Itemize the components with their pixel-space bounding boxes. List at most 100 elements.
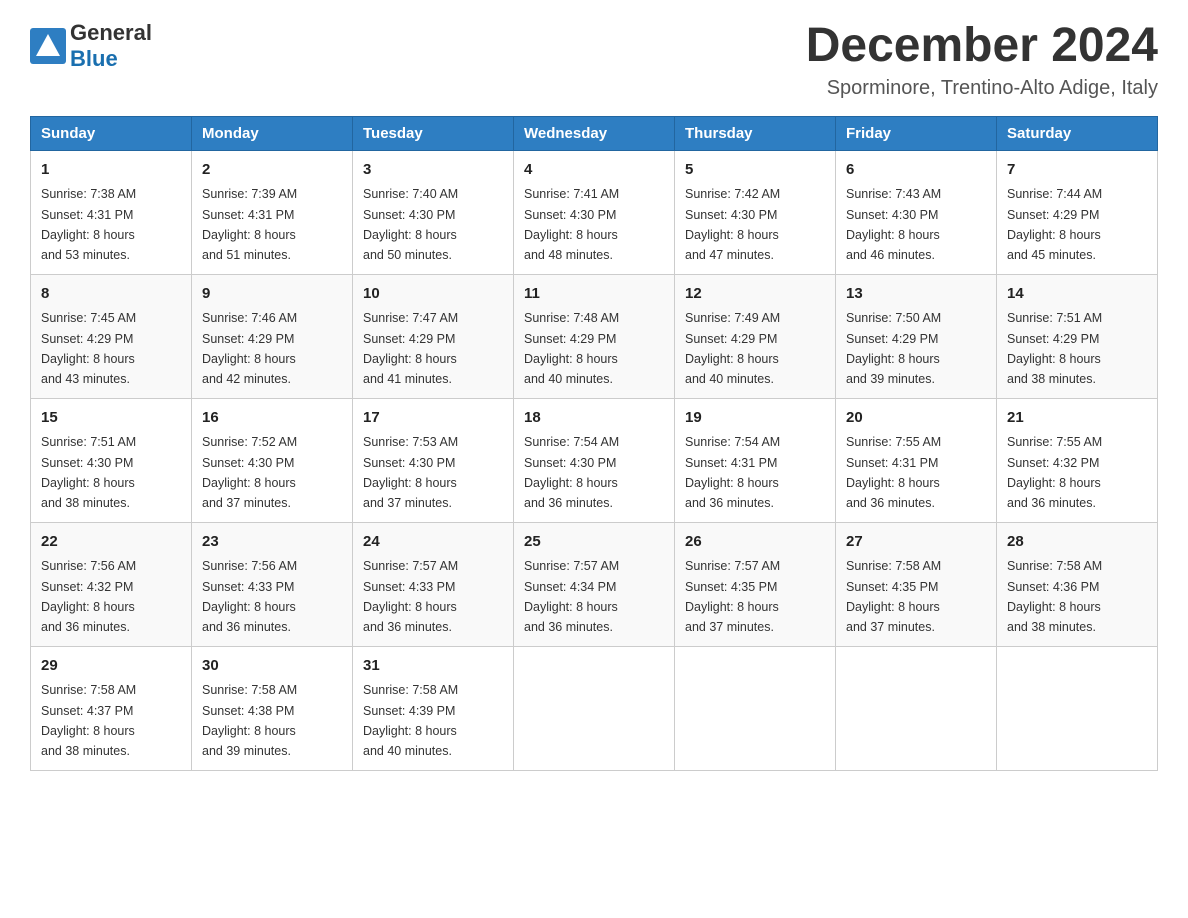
calendar-header-row: SundayMondayTuesdayWednesdayThursdayFrid… (31, 116, 1158, 150)
month-title: December 2024 (806, 20, 1158, 73)
day-info: Sunrise: 7:52 AMSunset: 4:30 PMDaylight:… (202, 435, 297, 510)
day-number: 18 (524, 407, 664, 430)
calendar-week-row: 8 Sunrise: 7:45 AMSunset: 4:29 PMDayligh… (31, 274, 1158, 398)
day-number: 25 (524, 531, 664, 554)
day-info: Sunrise: 7:56 AMSunset: 4:32 PMDaylight:… (41, 559, 136, 634)
day-number: 7 (1007, 159, 1147, 182)
logo: General Blue (30, 20, 152, 73)
day-number: 6 (846, 159, 986, 182)
day-info: Sunrise: 7:57 AMSunset: 4:35 PMDaylight:… (685, 559, 780, 634)
day-info: Sunrise: 7:54 AMSunset: 4:31 PMDaylight:… (685, 435, 780, 510)
day-number: 30 (202, 655, 342, 678)
calendar-cell (514, 646, 675, 770)
day-info: Sunrise: 7:55 AMSunset: 4:31 PMDaylight:… (846, 435, 941, 510)
day-info: Sunrise: 7:46 AMSunset: 4:29 PMDaylight:… (202, 311, 297, 386)
calendar-cell: 24 Sunrise: 7:57 AMSunset: 4:33 PMDaylig… (353, 522, 514, 646)
location-subtitle: Sporminore, Trentino-Alto Adige, Italy (806, 77, 1158, 100)
day-info: Sunrise: 7:53 AMSunset: 4:30 PMDaylight:… (363, 435, 458, 510)
logo-general-text: General (70, 20, 152, 46)
day-number: 14 (1007, 283, 1147, 306)
day-number: 13 (846, 283, 986, 306)
header-tuesday: Tuesday (353, 116, 514, 150)
calendar-cell: 3 Sunrise: 7:40 AMSunset: 4:30 PMDayligh… (353, 150, 514, 274)
day-info: Sunrise: 7:50 AMSunset: 4:29 PMDaylight:… (846, 311, 941, 386)
day-info: Sunrise: 7:42 AMSunset: 4:30 PMDaylight:… (685, 187, 780, 262)
calendar-cell: 29 Sunrise: 7:58 AMSunset: 4:37 PMDaylig… (31, 646, 192, 770)
day-number: 20 (846, 407, 986, 430)
day-number: 2 (202, 159, 342, 182)
day-number: 28 (1007, 531, 1147, 554)
calendar-cell (997, 646, 1158, 770)
title-section: December 2024 Sporminore, Trentino-Alto … (806, 20, 1158, 100)
calendar-cell: 12 Sunrise: 7:49 AMSunset: 4:29 PMDaylig… (675, 274, 836, 398)
day-number: 27 (846, 531, 986, 554)
day-info: Sunrise: 7:45 AMSunset: 4:29 PMDaylight:… (41, 311, 136, 386)
header-wednesday: Wednesday (514, 116, 675, 150)
day-info: Sunrise: 7:55 AMSunset: 4:32 PMDaylight:… (1007, 435, 1102, 510)
calendar-cell: 10 Sunrise: 7:47 AMSunset: 4:29 PMDaylig… (353, 274, 514, 398)
day-info: Sunrise: 7:44 AMSunset: 4:29 PMDaylight:… (1007, 187, 1102, 262)
day-number: 16 (202, 407, 342, 430)
calendar-cell: 18 Sunrise: 7:54 AMSunset: 4:30 PMDaylig… (514, 398, 675, 522)
calendar-cell: 7 Sunrise: 7:44 AMSunset: 4:29 PMDayligh… (997, 150, 1158, 274)
day-info: Sunrise: 7:40 AMSunset: 4:30 PMDaylight:… (363, 187, 458, 262)
day-info: Sunrise: 7:43 AMSunset: 4:30 PMDaylight:… (846, 187, 941, 262)
calendar-week-row: 22 Sunrise: 7:56 AMSunset: 4:32 PMDaylig… (31, 522, 1158, 646)
calendar-cell (836, 646, 997, 770)
page-header: General Blue December 2024 Sporminore, T… (30, 20, 1158, 100)
calendar-cell: 31 Sunrise: 7:58 AMSunset: 4:39 PMDaylig… (353, 646, 514, 770)
calendar-cell: 16 Sunrise: 7:52 AMSunset: 4:30 PMDaylig… (192, 398, 353, 522)
day-info: Sunrise: 7:51 AMSunset: 4:29 PMDaylight:… (1007, 311, 1102, 386)
calendar-cell (675, 646, 836, 770)
calendar-cell: 28 Sunrise: 7:58 AMSunset: 4:36 PMDaylig… (997, 522, 1158, 646)
logo-blue-text: Blue (70, 46, 152, 72)
day-info: Sunrise: 7:56 AMSunset: 4:33 PMDaylight:… (202, 559, 297, 634)
calendar-cell: 4 Sunrise: 7:41 AMSunset: 4:30 PMDayligh… (514, 150, 675, 274)
day-number: 5 (685, 159, 825, 182)
day-number: 4 (524, 159, 664, 182)
day-number: 29 (41, 655, 181, 678)
calendar-cell: 21 Sunrise: 7:55 AMSunset: 4:32 PMDaylig… (997, 398, 1158, 522)
day-number: 10 (363, 283, 503, 306)
day-number: 17 (363, 407, 503, 430)
calendar-cell: 23 Sunrise: 7:56 AMSunset: 4:33 PMDaylig… (192, 522, 353, 646)
calendar-cell: 17 Sunrise: 7:53 AMSunset: 4:30 PMDaylig… (353, 398, 514, 522)
calendar-cell: 30 Sunrise: 7:58 AMSunset: 4:38 PMDaylig… (192, 646, 353, 770)
logo-icon (30, 28, 66, 64)
day-number: 24 (363, 531, 503, 554)
day-number: 1 (41, 159, 181, 182)
day-info: Sunrise: 7:41 AMSunset: 4:30 PMDaylight:… (524, 187, 619, 262)
day-info: Sunrise: 7:58 AMSunset: 4:35 PMDaylight:… (846, 559, 941, 634)
calendar-cell: 6 Sunrise: 7:43 AMSunset: 4:30 PMDayligh… (836, 150, 997, 274)
day-number: 23 (202, 531, 342, 554)
day-info: Sunrise: 7:58 AMSunset: 4:39 PMDaylight:… (363, 683, 458, 758)
calendar-week-row: 29 Sunrise: 7:58 AMSunset: 4:37 PMDaylig… (31, 646, 1158, 770)
calendar-table: SundayMondayTuesdayWednesdayThursdayFrid… (30, 116, 1158, 771)
calendar-cell: 13 Sunrise: 7:50 AMSunset: 4:29 PMDaylig… (836, 274, 997, 398)
day-number: 26 (685, 531, 825, 554)
day-info: Sunrise: 7:48 AMSunset: 4:29 PMDaylight:… (524, 311, 619, 386)
header-friday: Friday (836, 116, 997, 150)
calendar-cell: 15 Sunrise: 7:51 AMSunset: 4:30 PMDaylig… (31, 398, 192, 522)
calendar-cell: 22 Sunrise: 7:56 AMSunset: 4:32 PMDaylig… (31, 522, 192, 646)
day-info: Sunrise: 7:57 AMSunset: 4:34 PMDaylight:… (524, 559, 619, 634)
day-number: 8 (41, 283, 181, 306)
header-saturday: Saturday (997, 116, 1158, 150)
day-number: 11 (524, 283, 664, 306)
calendar-cell: 20 Sunrise: 7:55 AMSunset: 4:31 PMDaylig… (836, 398, 997, 522)
day-info: Sunrise: 7:39 AMSunset: 4:31 PMDaylight:… (202, 187, 297, 262)
day-number: 19 (685, 407, 825, 430)
day-info: Sunrise: 7:47 AMSunset: 4:29 PMDaylight:… (363, 311, 458, 386)
day-number: 12 (685, 283, 825, 306)
calendar-cell: 11 Sunrise: 7:48 AMSunset: 4:29 PMDaylig… (514, 274, 675, 398)
day-info: Sunrise: 7:58 AMSunset: 4:36 PMDaylight:… (1007, 559, 1102, 634)
day-info: Sunrise: 7:51 AMSunset: 4:30 PMDaylight:… (41, 435, 136, 510)
header-thursday: Thursday (675, 116, 836, 150)
calendar-cell: 25 Sunrise: 7:57 AMSunset: 4:34 PMDaylig… (514, 522, 675, 646)
calendar-cell: 9 Sunrise: 7:46 AMSunset: 4:29 PMDayligh… (192, 274, 353, 398)
day-number: 9 (202, 283, 342, 306)
calendar-cell: 26 Sunrise: 7:57 AMSunset: 4:35 PMDaylig… (675, 522, 836, 646)
day-number: 3 (363, 159, 503, 182)
header-sunday: Sunday (31, 116, 192, 150)
day-info: Sunrise: 7:54 AMSunset: 4:30 PMDaylight:… (524, 435, 619, 510)
